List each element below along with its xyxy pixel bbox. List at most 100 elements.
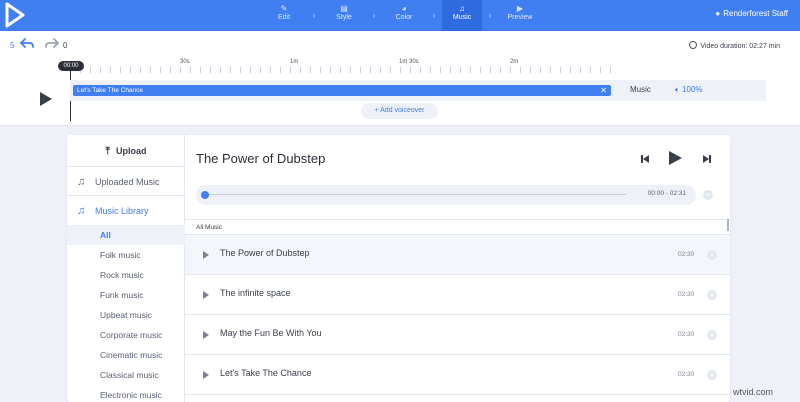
ruler-label: 1m: [290, 59, 299, 65]
volume-control[interactable]: 🔈︎ 100%: [675, 85, 703, 95]
playback-time: 00:00 - 02:31: [647, 190, 686, 197]
next-track-icon[interactable]: [702, 154, 712, 164]
category-classical[interactable]: Classical music: [67, 365, 185, 385]
song-row[interactable]: Let's Take The Chance 02:30 +: [185, 355, 730, 395]
chevron-right-icon: ›: [372, 11, 376, 20]
music-content: The Power of Dubstep 00:00 - 02:31 + All…: [185, 135, 730, 402]
music-sidebar: ⤒ Upload ♫ Uploaded Music ♫ Music Library A…: [67, 135, 185, 402]
play-icon[interactable]: [203, 291, 209, 299]
user-name: Renderforest Staff: [723, 9, 788, 18]
renderforest-logo[interactable]: [4, 2, 26, 28]
song-duration: 02:30: [678, 331, 695, 338]
song-duration: 02:30: [678, 371, 695, 378]
category-funk[interactable]: Funk music: [67, 285, 185, 305]
undo-count: 5: [10, 41, 15, 50]
song-duration: 02:30: [678, 291, 695, 298]
top-navigation-bar: ✎ Edit › ▤ Style › ◕ Color › ♫ Music › ▶…: [0, 0, 800, 31]
sidebar-item-music-library[interactable]: ♫ Music Library: [67, 197, 185, 225]
timeline-ruler[interactable]: 30s 1m 1m 30s 2m: [70, 59, 620, 73]
category-all[interactable]: All: [67, 225, 185, 245]
music-clip[interactable]: Let's Take The Chance ✕: [73, 85, 611, 96]
category-folk[interactable]: Folk music: [67, 245, 185, 265]
music-track: Let's Take The Chance ✕ Music 🔈︎ 100%: [70, 80, 766, 101]
song-name: May the Fun Be With You: [220, 328, 322, 338]
sidebar-item-label: Music Library: [95, 206, 149, 216]
play-icon[interactable]: [203, 331, 209, 339]
category-corporate[interactable]: Corporate music: [67, 325, 185, 345]
ruler-label: 2m: [510, 59, 519, 65]
sidebar-item-uploaded-music[interactable]: ♫ Uploaded Music: [67, 168, 185, 196]
music-note-icon: ♫: [459, 4, 465, 13]
category-upbeat[interactable]: Upbeat music: [67, 305, 185, 325]
upload-icon: ⤒: [105, 146, 110, 157]
progress-handle[interactable]: [201, 191, 209, 199]
step-style[interactable]: ▤ Style: [322, 0, 366, 31]
clip-name: Let's Take The Chance: [77, 87, 144, 94]
chevron-right-icon: ›: [488, 11, 492, 20]
upload-label: Upload: [115, 146, 147, 156]
playback-progress[interactable]: 00:00 - 02:31: [196, 185, 696, 205]
step-label: Style: [336, 14, 352, 21]
step-label: Color: [395, 14, 413, 21]
style-icon: ▤: [340, 4, 348, 13]
music-panel: ⤒ Upload ♫ Uploaded Music ♫ Music Library A…: [67, 135, 730, 402]
song-row[interactable]: The infinite space 02:30 +: [185, 275, 730, 315]
ruler-label: 1m 30s: [399, 59, 419, 65]
watermark: wtvid.com: [733, 387, 774, 397]
clock-icon: [689, 41, 698, 49]
song-row[interactable]: The Power of Dubstep 02:30 +: [185, 235, 730, 275]
play-icon[interactable]: [669, 151, 682, 165]
pencil-icon: ✎: [280, 4, 288, 13]
song-name: The infinite space: [220, 288, 291, 298]
step-label: Music: [452, 14, 472, 21]
playhead-time[interactable]: 00:00: [58, 61, 84, 71]
play-icon[interactable]: [203, 251, 209, 259]
video-duration: Video duration: 02:27 min: [689, 41, 780, 50]
redo-count: 0: [63, 41, 68, 50]
plus-icon: +: [374, 107, 379, 114]
add-song-icon[interactable]: +: [707, 250, 717, 260]
category-cinematic[interactable]: Cinematic music: [67, 345, 185, 365]
step-color[interactable]: ◕ Color: [382, 0, 426, 31]
category-list: All Folk music Rock music Funk music Upb…: [67, 225, 185, 402]
list-scrollbar[interactable]: [727, 219, 729, 231]
previous-track-icon[interactable]: [640, 154, 650, 164]
step-music[interactable]: ♫ Music: [442, 0, 482, 31]
add-voiceover-button[interactable]: + Add voiceover: [361, 103, 438, 119]
add-song-icon[interactable]: +: [707, 370, 717, 380]
step-label: Edit: [277, 14, 291, 21]
upload-button[interactable]: ⤒ Upload: [67, 135, 185, 167]
music-note-icon: ♫: [77, 205, 86, 217]
progress-track[interactable]: [206, 194, 626, 195]
song-row[interactable]: May the Fun Be With You 02:30 +: [185, 315, 730, 355]
timeline-play-icon[interactable]: [40, 92, 52, 106]
now-playing-title: The Power of Dubstep: [196, 151, 326, 166]
user-menu[interactable]: ● Renderforest Staff: [715, 9, 788, 18]
add-track-icon[interactable]: +: [703, 190, 713, 200]
chevron-right-icon: ›: [312, 11, 316, 20]
duration-text: Video duration: 02:27 min: [700, 43, 780, 50]
category-rock[interactable]: Rock music: [67, 265, 185, 285]
ruler-label: 30s: [180, 59, 190, 65]
redo-icon[interactable]: [44, 37, 60, 51]
add-song-icon[interactable]: +: [707, 330, 717, 340]
add-song-icon[interactable]: +: [707, 290, 717, 300]
step-preview[interactable]: ▶ Preview: [498, 0, 542, 31]
add-voiceover-label: Add voiceover: [380, 107, 425, 114]
undo-icon[interactable]: [19, 37, 35, 51]
step-edit[interactable]: ✎ Edit: [262, 0, 306, 31]
ruler-ticks: [70, 67, 620, 73]
list-header: All Music: [185, 219, 730, 235]
track-name: Music: [630, 85, 651, 94]
step-label: Preview: [507, 14, 533, 21]
timeline-panel: 5 0 Video duration: 02:27 min 30s 1m 1m …: [0, 31, 800, 126]
play-icon[interactable]: [203, 371, 209, 379]
palette-icon: ◕: [401, 4, 407, 13]
category-electronic[interactable]: Electronic music: [67, 385, 185, 402]
song-name: Let's Take The Chance: [220, 368, 312, 378]
song-name: The Power of Dubstep: [220, 248, 310, 258]
close-icon[interactable]: ✕: [600, 85, 607, 96]
music-note-icon: ♫: [77, 176, 86, 188]
chevron-right-icon: ›: [432, 11, 436, 20]
volume-value: 100%: [682, 85, 703, 94]
